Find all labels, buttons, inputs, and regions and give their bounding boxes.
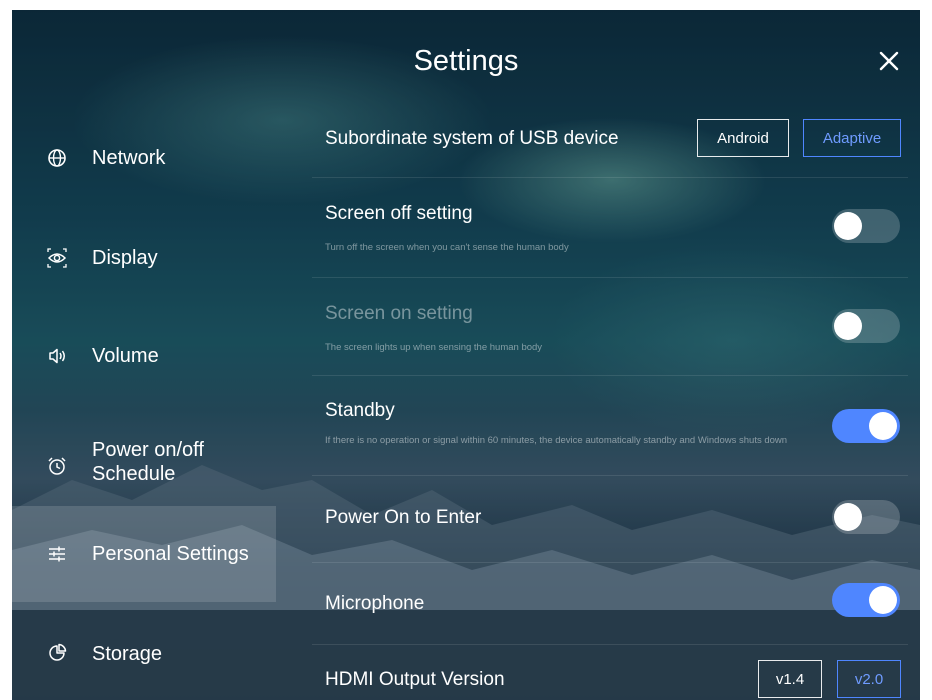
sidebar-item-label: Storage — [92, 643, 163, 665]
setting-title: Screen on setting — [325, 303, 473, 324]
close-icon[interactable] — [875, 47, 903, 75]
setting-title: Screen off setting — [325, 203, 473, 224]
toggle-knob — [869, 412, 897, 440]
setting-title: Subordinate system of USB device — [325, 128, 619, 149]
android-option-button[interactable]: Android — [697, 119, 789, 157]
hdmi-v1-4-button[interactable]: v1.4 — [758, 660, 822, 698]
sidebar-item-label: Display — [92, 247, 158, 269]
eye-icon — [46, 247, 68, 269]
adaptive-option-button[interactable]: Adaptive — [803, 119, 901, 157]
microphone-toggle[interactable] — [832, 583, 900, 617]
power-on-enter-toggle[interactable] — [832, 500, 900, 534]
screen-off-toggle[interactable] — [832, 209, 900, 243]
setting-title: Microphone — [325, 593, 425, 614]
sidebar-item-storage[interactable]: Storage — [12, 622, 276, 688]
setting-title: Power On to Enter — [325, 507, 482, 528]
toggle-knob — [834, 503, 862, 531]
setting-title: HDMI Output Version — [325, 669, 505, 690]
sidebar-item-power-schedule[interactable]: Power on/off Schedule — [12, 420, 276, 504]
sidebar-item-display[interactable]: Display — [12, 225, 276, 291]
sidebar-item-label: Network — [92, 147, 166, 169]
pie-chart-icon — [46, 642, 68, 664]
setting-row-screen-off: Screen off setting Turn off the screen w… — [312, 177, 908, 278]
speaker-icon — [46, 345, 68, 367]
toggle-knob — [834, 312, 862, 340]
setting-row-hdmi-output: HDMI Output Version v1.4 v2.0 — [312, 644, 908, 700]
toggle-knob — [834, 212, 862, 240]
settings-screen: Settings Network Display Volume Power on… — [12, 10, 920, 700]
setting-row-standby: Standby If there is no operation or sign… — [312, 375, 908, 476]
screen-on-toggle[interactable] — [832, 309, 900, 343]
setting-title: Standby — [325, 400, 395, 421]
standby-toggle[interactable] — [832, 409, 900, 443]
alarm-clock-icon — [46, 455, 68, 477]
setting-row-power-on-enter: Power On to Enter — [312, 475, 908, 563]
setting-row-microphone: Microphone — [312, 562, 908, 645]
sliders-icon — [46, 543, 68, 565]
setting-description: If there is no operation or signal withi… — [325, 435, 788, 446]
sidebar-item-network[interactable]: Network — [12, 125, 276, 191]
sidebar-item-personal-settings[interactable]: Personal Settings — [12, 506, 276, 602]
setting-description: Turn off the screen when you can't sense… — [325, 242, 569, 253]
toggle-knob — [869, 586, 897, 614]
setting-row-screen-on: Screen on setting The screen lights up w… — [312, 277, 908, 376]
sidebar-item-label: Personal Settings — [92, 543, 249, 565]
sidebar-item-label: Power on/off Schedule — [92, 439, 204, 485]
setting-description: The screen lights up when sensing the hu… — [325, 342, 543, 353]
hdmi-v2-0-button[interactable]: v2.0 — [837, 660, 901, 698]
setting-row-usb-system: Subordinate system of USB device Android… — [312, 105, 908, 178]
sidebar-item-volume[interactable]: Volume — [12, 323, 276, 389]
globe-icon — [46, 147, 68, 169]
sidebar-item-label: Volume — [92, 345, 159, 367]
page-title: Settings — [413, 45, 519, 77]
